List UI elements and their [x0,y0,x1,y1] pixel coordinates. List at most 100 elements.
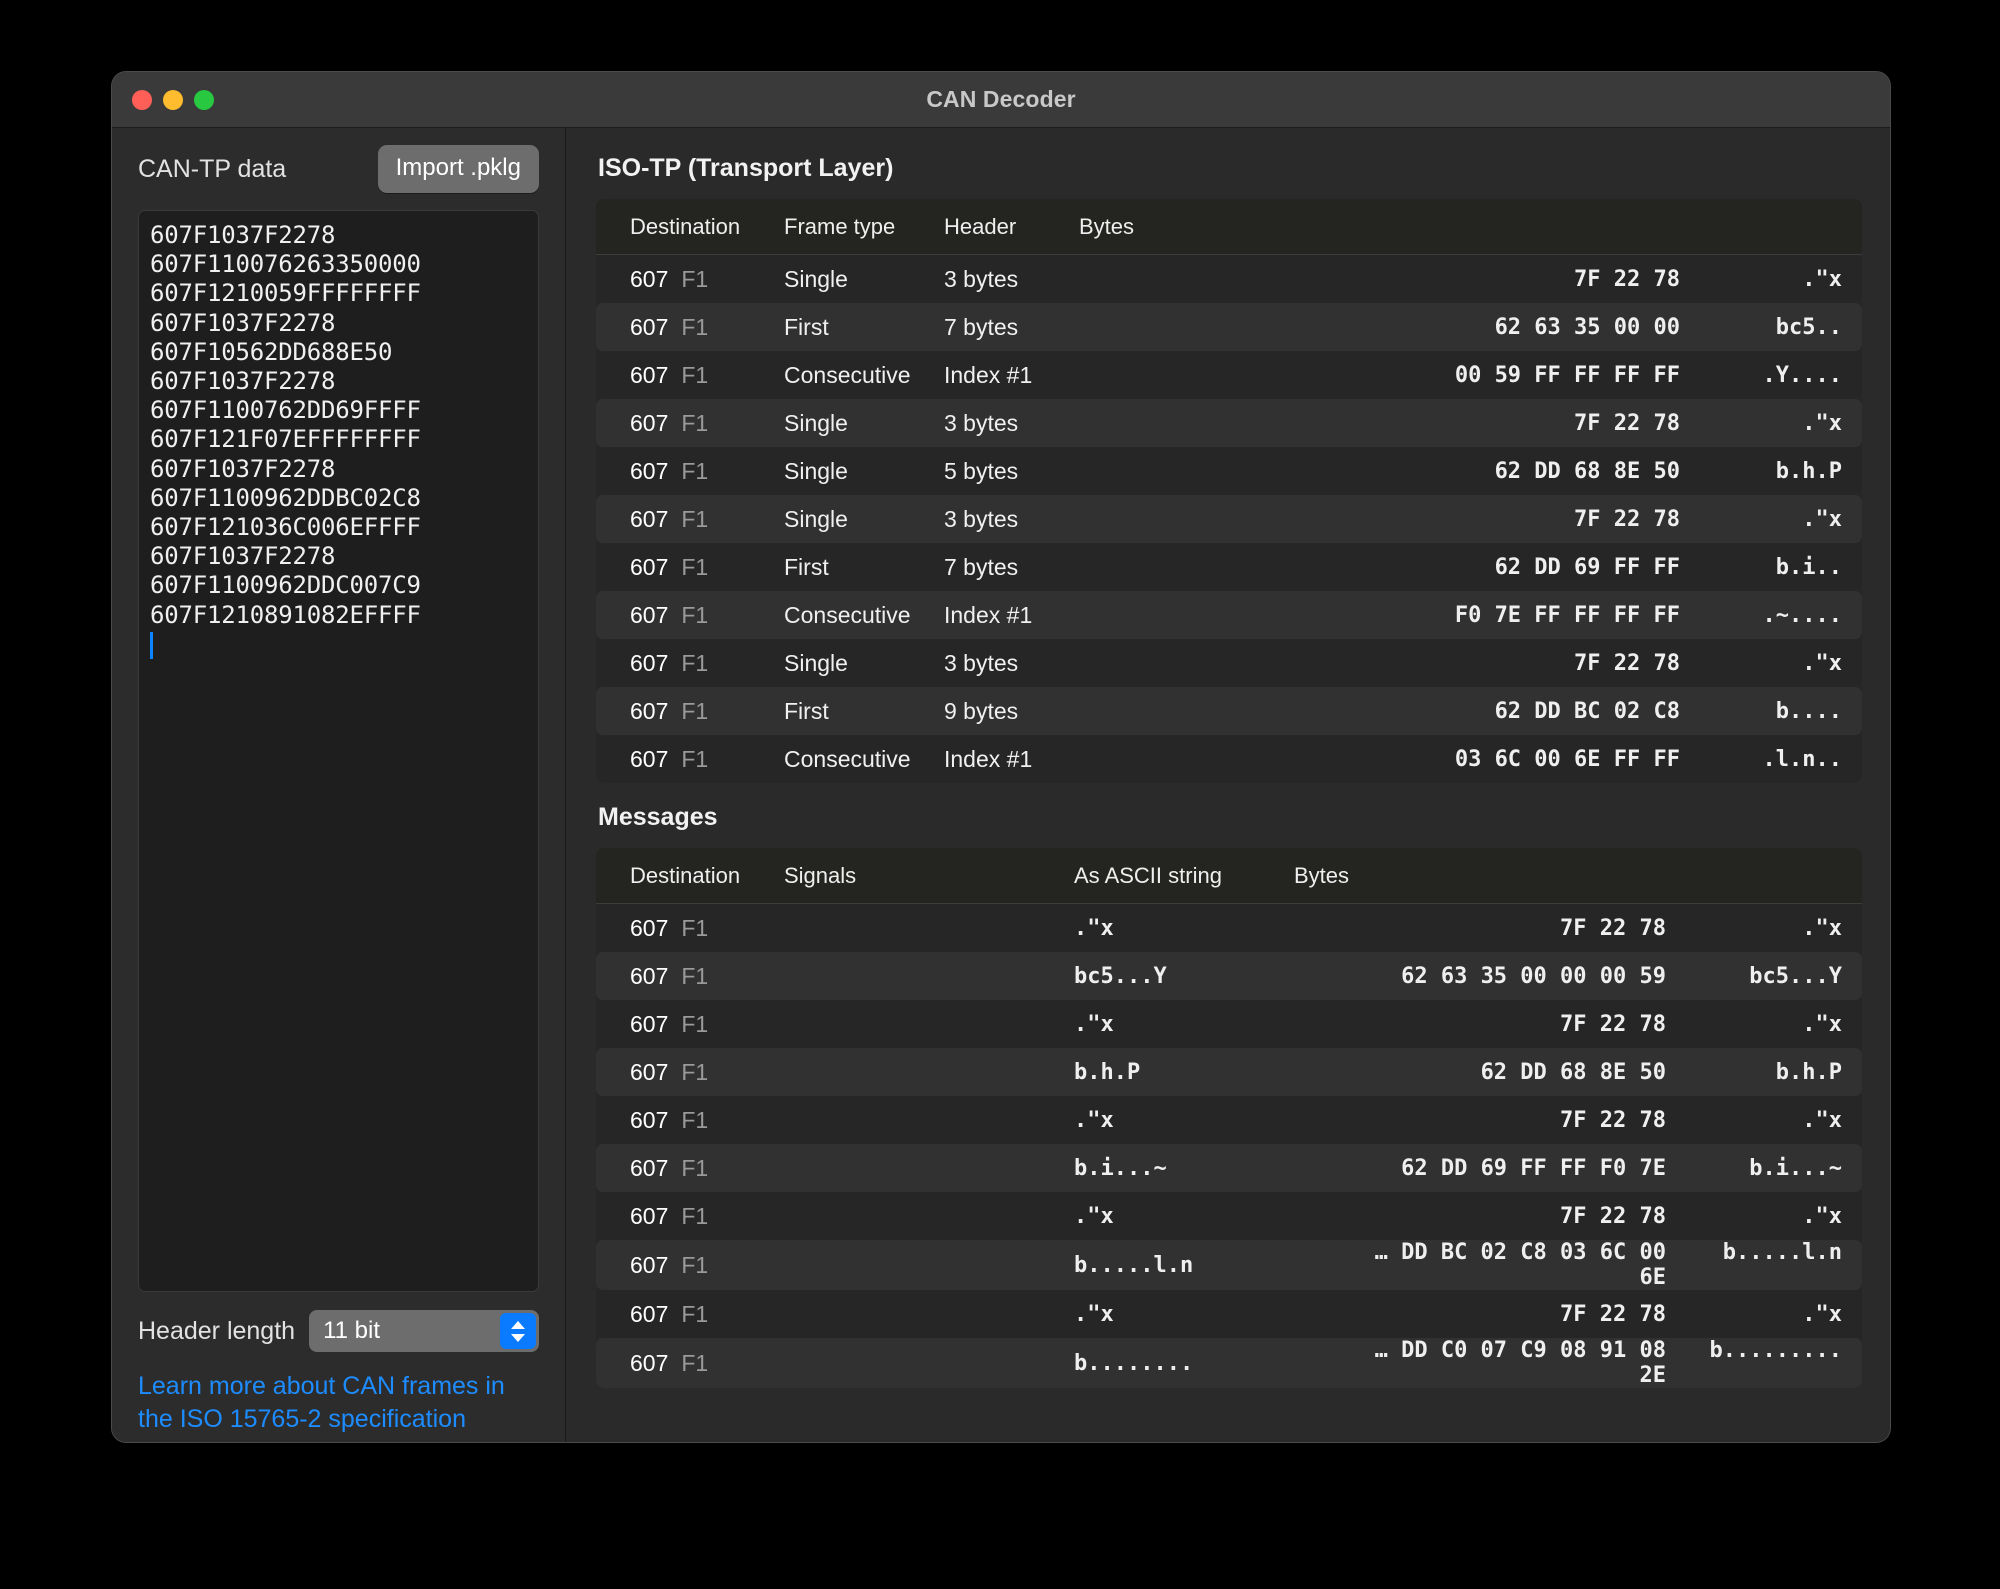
table-row[interactable]: 607 F1 ."x 7F 22 78 ."x [596,1192,1862,1240]
table-row[interactable]: 607 F1 ."x 7F 22 78 ."x [596,1290,1862,1338]
destination-sub: F1 [681,1154,709,1181]
cell-destination: 607 F1 [616,1301,766,1328]
destination-id: 607 [630,601,669,628]
cell-bytes: 62 DD 69 FF FF b.i.. [1061,555,1842,580]
bytes-ascii: ."x [1802,1203,1842,1229]
destination-sub: F1 [681,1010,709,1037]
cell-header: Index #1 [944,601,1033,628]
can-tp-data-line: 607F1037F2278 [150,221,336,249]
isotp-table-header: Destination Frame type Header Bytes [596,199,1862,255]
cell-destination: 607 F1 [616,554,766,581]
table-row[interactable]: 607 F1 ."x 7F 22 78 ."x [596,904,1862,952]
table-row[interactable]: 607 F1 Single 3 bytes 7F 22 78 ."x [596,255,1862,303]
cell-bytes: … DD BC 02 C8 03 6C 00 6E b.....l.n [1276,1240,1842,1290]
destination-sub: F1 [681,1202,709,1229]
bytes-ascii: ."x [1802,915,1842,941]
minimize-button[interactable] [163,89,183,110]
cell-frame-type: First [784,553,829,580]
cell-bytes: 7F 22 78 ."x [1061,507,1842,532]
column-header-ascii-string[interactable]: As ASCII string [1056,863,1276,889]
destination-id: 607 [630,1106,669,1133]
table-row[interactable]: 607 F1 ."x 7F 22 78 ."x [596,1000,1862,1048]
table-row[interactable]: 607 F1 Single 3 bytes 7F 22 78 ."x [596,399,1862,447]
table-row[interactable]: 607 F1 Single 3 bytes 7F 22 78 ."x [596,495,1862,543]
isotp-table: Destination Frame type Header Bytes 607 F… [596,199,1862,783]
table-row[interactable]: 607 F1 b........ … DD C0 07 C9 08 91 08 2E b… [596,1338,1862,1388]
bytes-ascii: ."x [1802,1301,1842,1327]
messages-table-header: Destination Signals As ASCII string Byte… [596,848,1862,904]
bytes-ascii: ."x [1802,506,1842,532]
cell-ascii-string: b........ [1074,1350,1194,1376]
zoom-button[interactable] [194,89,214,110]
table-row[interactable]: 607 F1 b.h.P 62 DD 68 8E 50 b.h.P [596,1048,1862,1096]
chevron-updown-icon[interactable] [500,1313,536,1349]
table-row[interactable]: 607 F1 First 7 bytes 62 DD 69 FF FF b.i.. [596,543,1862,591]
cell-ascii-string: ."x [1074,1301,1114,1327]
cell-destination: 607 F1 [616,746,766,773]
cell-destination: 607 F1 [616,1350,766,1377]
header-length-select[interactable]: 11 bit [309,1310,539,1352]
cell-frame-type: Single [784,505,848,532]
cell-ascii-string: ."x [1074,1011,1114,1037]
cell-destination: 607 F1 [616,1252,766,1279]
bytes-ascii: ."x [1802,650,1842,676]
column-header-signals[interactable]: Signals [766,863,1056,889]
window-body: CAN-TP data Import .pklg 607F1037F2278 60… [112,128,1890,1442]
iso-spec-link[interactable]: Learn more about CAN frames in the ISO 1… [138,1370,528,1436]
column-header-destination[interactable]: Destination [616,214,766,240]
cell-bytes: 62 DD BC 02 C8 b.... [1061,699,1842,724]
column-header-bytes[interactable]: Bytes [1276,863,1842,889]
column-header-header[interactable]: Header [926,214,1061,240]
table-row[interactable]: 607 F1 Single 5 bytes 62 DD 68 8E 50 b.h.P [596,447,1862,495]
table-row[interactable]: 607 F1 Consecutive Index #1 03 6C 00 6E FF F… [596,735,1862,783]
cell-bytes: 7F 22 78 ."x [1061,411,1842,436]
cell-ascii-string: ."x [1074,1107,1114,1133]
bytes-ascii: b.....l.n [1722,1240,1842,1265]
cell-ascii-string: ."x [1074,915,1114,941]
can-tp-data-line: 607F1100762DD69FFFF [150,396,421,425]
import-pklg-button[interactable]: Import .pklg [377,145,539,193]
cell-header: Index #1 [944,361,1033,388]
cell-ascii-string: b.i...~ [1074,1155,1167,1181]
cell-bytes: 62 63 35 00 00 00 59 bc5...Y [1276,964,1842,989]
column-header-destination[interactable]: Destination [616,863,766,889]
table-row[interactable]: 607 F1 Single 3 bytes 7F 22 78 ."x [596,639,1862,687]
cell-bytes: 03 6C 00 6E FF FF .l.n.. [1061,747,1842,772]
bytes-ascii: .~.... [1762,602,1842,628]
bytes-hex: F0 7E FF FF FF FF [1454,602,1680,628]
can-tp-data-line: 607F10562DD688E50 [150,337,393,366]
cell-ascii-string: ."x [1074,1203,1114,1229]
table-row[interactable]: 607 F1 First 7 bytes 62 63 35 00 00 bc5.. [596,303,1862,351]
cell-header: Index #1 [944,745,1033,772]
destination-id: 607 [630,1058,669,1085]
close-button[interactable] [132,89,152,110]
cell-header: 3 bytes [944,649,1019,676]
table-row[interactable]: 607 F1 b.i...~ 62 DD 69 FF FF F0 7E b.i...~ [596,1144,1862,1192]
cell-frame-type: First [784,313,829,340]
bytes-hex: 7F 22 78 [1560,915,1666,941]
destination-id: 607 [630,649,669,676]
table-row[interactable]: 607 F1 ."x 7F 22 78 ."x [596,1096,1862,1144]
table-row[interactable]: 607 F1 First 9 bytes 62 DD BC 02 C8 b.... [596,687,1862,735]
can-tp-data-line: 607F1100962DDBC02C8 [150,483,421,512]
table-row[interactable]: 607 F1 Consecutive Index #1 00 59 FF FF FF F… [596,351,1862,399]
column-header-frame-type[interactable]: Frame type [766,214,926,240]
table-row[interactable]: 607 F1 b.....l.n … DD BC 02 C8 03 6C 00 6E b… [596,1240,1862,1290]
messages-table-body: 607 F1 ."x 7F 22 78 ."x 607 F1 bc5...Y 62 63 35 … [596,904,1862,1388]
screen: CAN Decoder CAN-TP data Import .pklg 607… [0,0,2000,1589]
destination-sub: F1 [681,1058,709,1085]
can-tp-data-input[interactable]: 607F1037F2278 607F110076263350000 607F1210… [138,210,539,1292]
table-row[interactable]: 607 F1 bc5...Y 62 63 35 00 00 00 59 bc5...Y [596,952,1862,1000]
bytes-hex: 62 DD BC 02 C8 [1494,698,1680,724]
cell-destination: 607 F1 [616,1059,766,1086]
cell-bytes: 7F 22 78 ."x [1276,1012,1842,1037]
title-bar[interactable]: CAN Decoder [112,72,1890,128]
column-header-bytes[interactable]: Bytes [1061,214,1842,240]
table-row[interactable]: 607 F1 Consecutive Index #1 F0 7E FF FF FF F… [596,591,1862,639]
destination-sub: F1 [681,601,709,628]
sidebar-footer: Header length 11 bit Learn more about CA… [138,1292,539,1442]
cell-bytes: 7F 22 78 ."x [1061,651,1842,676]
bytes-ascii: b.h.P [1775,458,1842,484]
destination-id: 607 [630,962,669,989]
bytes-hex: 7F 22 78 [1574,410,1680,436]
